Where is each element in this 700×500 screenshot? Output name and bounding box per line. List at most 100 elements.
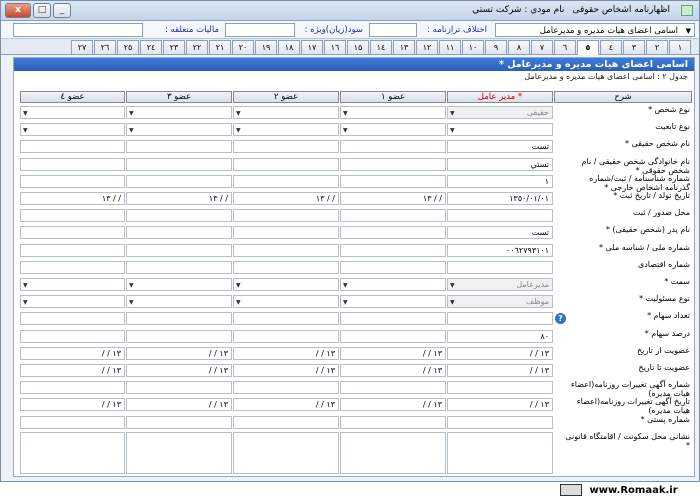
member-4-text-field[interactable]: [20, 174, 125, 188]
manager-text-field[interactable]: تست: [447, 226, 553, 240]
member-1-text-field[interactable]: [340, 312, 446, 326]
member-2-date-field[interactable]: ١٣ / /: [233, 398, 339, 412]
help-icon[interactable]: ?: [555, 313, 566, 325]
member-1-text-field[interactable]: [340, 381, 446, 395]
manager-postal-field[interactable]: [447, 415, 553, 429]
member-3-select[interactable]: [126, 123, 232, 137]
member-1-text-field[interactable]: [340, 226, 446, 240]
member-3-text-field[interactable]: [126, 329, 232, 343]
member-4-select[interactable]: [20, 106, 125, 119]
member-3-date-field[interactable]: ١٣ / /: [126, 398, 232, 412]
member-1-date-field[interactable]: ١٣ / /: [340, 398, 446, 412]
member-1-date-field[interactable]: / / ١٣: [340, 192, 446, 205]
member-4-text-field[interactable]: [20, 209, 125, 223]
manager-address-field[interactable]: [447, 431, 553, 474]
tab-14[interactable]: ١٤: [370, 40, 392, 54]
member-2-text-field[interactable]: [233, 209, 339, 223]
tab-26[interactable]: ٢٦: [94, 40, 116, 54]
member-3-postal-field[interactable]: [126, 415, 232, 429]
member-3-select[interactable]: [126, 106, 232, 119]
tab-22[interactable]: ٢٢: [186, 40, 208, 54]
minimize-button[interactable]: _: [53, 3, 71, 18]
member-2-select[interactable]: [233, 123, 339, 137]
member-1-select[interactable]: [340, 278, 446, 291]
member-2-text-field[interactable]: [233, 381, 339, 395]
manager-date-field[interactable]: ١٣٥٠/٠١/٠١: [447, 192, 553, 205]
member-2-select[interactable]: [233, 295, 339, 309]
tab-11[interactable]: ١١: [439, 40, 461, 54]
close-button[interactable]: x: [5, 3, 31, 18]
manager-date-field[interactable]: ١٣ / /: [447, 346, 553, 360]
member-2-date-field[interactable]: / / ١٣: [233, 192, 339, 205]
member-2-text-field[interactable]: [233, 260, 339, 274]
member-4-postal-field[interactable]: [20, 415, 125, 429]
tab-5[interactable]: ٥: [577, 40, 599, 55]
manager-text-field[interactable]: [447, 312, 553, 326]
member-3-text-field[interactable]: [126, 312, 232, 326]
member-1-select[interactable]: [340, 123, 446, 137]
member-2-postal-field[interactable]: [233, 415, 339, 429]
manager-text-field[interactable]: تستي: [447, 157, 553, 171]
member-2-text-field[interactable]: [233, 157, 339, 171]
member-2-select[interactable]: [233, 106, 339, 119]
member-3-text-field[interactable]: [126, 260, 232, 274]
member-1-date-field[interactable]: ١٣ / /: [340, 364, 446, 377]
manager-date-field[interactable]: ١٣ / /: [447, 398, 553, 412]
tab-6[interactable]: ٦: [554, 40, 576, 54]
tab-4[interactable]: ٤: [600, 40, 622, 54]
manager-select[interactable]: حقیقی: [447, 106, 553, 119]
member-3-text-field[interactable]: [126, 157, 232, 171]
member-2-select[interactable]: [233, 278, 339, 291]
manager-text-field[interactable]: [447, 209, 553, 223]
member-1-text-field[interactable]: [340, 329, 446, 343]
member-4-text-field[interactable]: [20, 226, 125, 240]
member-4-select[interactable]: [20, 278, 125, 291]
member-address-field[interactable]: [233, 431, 339, 474]
member-2-text-field[interactable]: [233, 243, 339, 257]
member-1-date-field[interactable]: ١٣ / /: [340, 346, 446, 360]
tab-27[interactable]: ٢٧: [71, 40, 93, 54]
member-4-text-field[interactable]: [20, 312, 125, 326]
member-4-text-field[interactable]: [20, 243, 125, 257]
member-3-text-field[interactable]: [126, 243, 232, 257]
member-4-date-field[interactable]: ١٣ / /: [20, 398, 125, 412]
member-1-text-field[interactable]: [340, 260, 446, 274]
tab-3[interactable]: ٣: [623, 40, 645, 54]
tab-19[interactable]: ١٩: [255, 40, 277, 54]
member-2-date-field[interactable]: ١٣ / /: [233, 364, 339, 377]
manager-select[interactable]: [447, 123, 553, 137]
form-selector-combo[interactable]: اسامی اعضای هیات مدیره و مدیرعامل ▼: [495, 23, 695, 37]
member-3-text-field[interactable]: [126, 174, 232, 188]
member-2-text-field[interactable]: [233, 226, 339, 240]
tab-17[interactable]: ١٧: [301, 40, 323, 54]
member-4-date-field[interactable]: ١٣ / /: [20, 346, 125, 360]
tab-8[interactable]: ٨: [508, 40, 530, 54]
manager-select[interactable]: مدیرعامل: [447, 278, 553, 291]
member-2-date-field[interactable]: ١٣ / /: [233, 346, 339, 360]
member-4-text-field[interactable]: [20, 157, 125, 171]
tab-24[interactable]: ٢٤: [140, 40, 162, 54]
member-1-text-field[interactable]: [340, 243, 446, 257]
tab-7[interactable]: ٧: [531, 40, 553, 54]
member-3-date-field[interactable]: ١٣ / /: [126, 346, 232, 360]
member-3-select[interactable]: [126, 278, 232, 291]
manager-text-field[interactable]: [447, 381, 553, 395]
member-2-text-field[interactable]: [233, 312, 339, 326]
member-2-text-field[interactable]: [233, 140, 339, 154]
member-1-text-field[interactable]: [340, 157, 446, 171]
manager-text-field[interactable]: تست: [447, 140, 553, 154]
member-address-field[interactable]: [340, 431, 446, 474]
tab-12[interactable]: ١٢: [416, 40, 438, 54]
member-4-text-field[interactable]: [20, 381, 125, 395]
member-3-select[interactable]: [126, 295, 232, 309]
manager-text-field[interactable]: ١: [447, 174, 553, 188]
manager-text-field[interactable]: ٠٠٦٢٧٩٣١٠١: [447, 243, 553, 257]
member-1-text-field[interactable]: [340, 174, 446, 188]
member-address-field[interactable]: [126, 431, 232, 474]
maximize-button[interactable]: □: [33, 3, 51, 18]
member-3-text-field[interactable]: [126, 140, 232, 154]
member-4-text-field[interactable]: [20, 329, 125, 343]
manager-date-field[interactable]: ١٣ / /: [447, 364, 553, 377]
member-4-select[interactable]: [20, 295, 125, 309]
tab-2[interactable]: ٢: [646, 40, 668, 54]
